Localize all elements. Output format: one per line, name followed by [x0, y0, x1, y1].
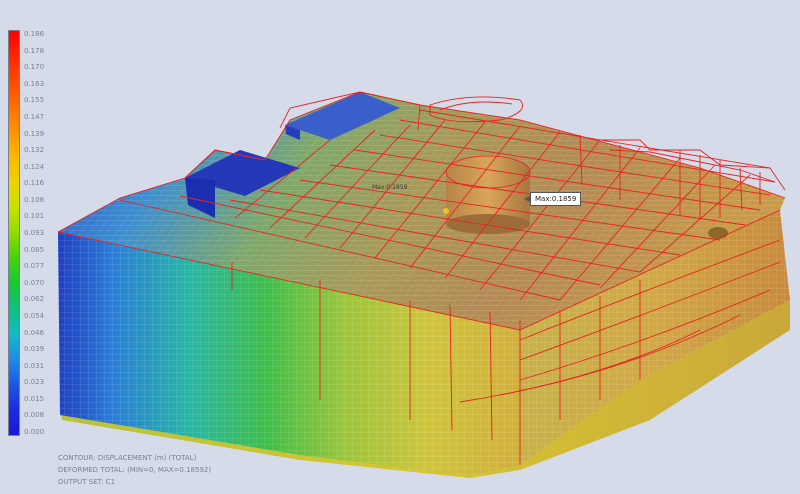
node-annotation: Max:0.1859 — [372, 184, 408, 191]
legend-tick-label: 0.039 — [24, 345, 45, 354]
output-info: CONTOUR: DISPLACEMENT (m) (TOTAL) DEFORM… — [58, 452, 211, 488]
legend-tick-label: 0.178 — [24, 46, 45, 55]
legend-tick-label: 0.070 — [24, 278, 45, 287]
legend-tick-label: 0.054 — [24, 311, 45, 320]
legend-tick-label: 0.116 — [24, 179, 45, 188]
legend-tick-label: 0.186 — [24, 30, 45, 38]
legend-tick-label: 0.008 — [24, 411, 45, 420]
legend-tick-label: 0.132 — [24, 146, 45, 155]
legend-tick-label: 0.031 — [24, 361, 45, 370]
legend-tick-label: 0.124 — [24, 162, 45, 171]
legend-tick-label: 0.155 — [24, 96, 45, 105]
deformed-info: DEFORMED TOTAL: (MIN=0, MAX=0.18592) — [58, 466, 212, 474]
legend-tick-label: 0.093 — [24, 229, 45, 237]
legend-tick-label: 0.108 — [24, 195, 45, 204]
legend-color-bar — [8, 30, 20, 436]
legend-tick-label: 0.062 — [24, 295, 45, 304]
max-displacement-callout: Max:0.1859 — [523, 192, 582, 206]
legend-tick-label: 0.085 — [24, 245, 45, 254]
legend-tick-label: 0.139 — [24, 129, 45, 138]
legend-tick-label: 0.101 — [24, 212, 45, 221]
legend-tick-label: 0.000 — [24, 428, 45, 436]
legend-tick-label: 0.023 — [24, 378, 45, 387]
contour-info: CONTOUR: DISPLACEMENT (m) (TOTAL) — [58, 454, 197, 462]
legend-tick-label: 0.077 — [24, 262, 45, 271]
color-scale-legend: 0.186 0.178 0.170 0.163 0.155 0.147 0.139 0.132… — [8, 30, 60, 440]
fe-model-viewport[interactable] — [0, 0, 800, 494]
legend-tick-label: 0.015 — [24, 394, 45, 403]
legend-tick-label: 0.046 — [24, 328, 45, 337]
legend-tick-label: 0.147 — [24, 112, 45, 121]
output-set-info: OUTPUT SET: C1 — [58, 478, 116, 486]
legend-tick-label: 0.170 — [24, 63, 45, 72]
max-node-marker — [443, 208, 449, 214]
legend-tick-label: 0.163 — [24, 79, 45, 88]
